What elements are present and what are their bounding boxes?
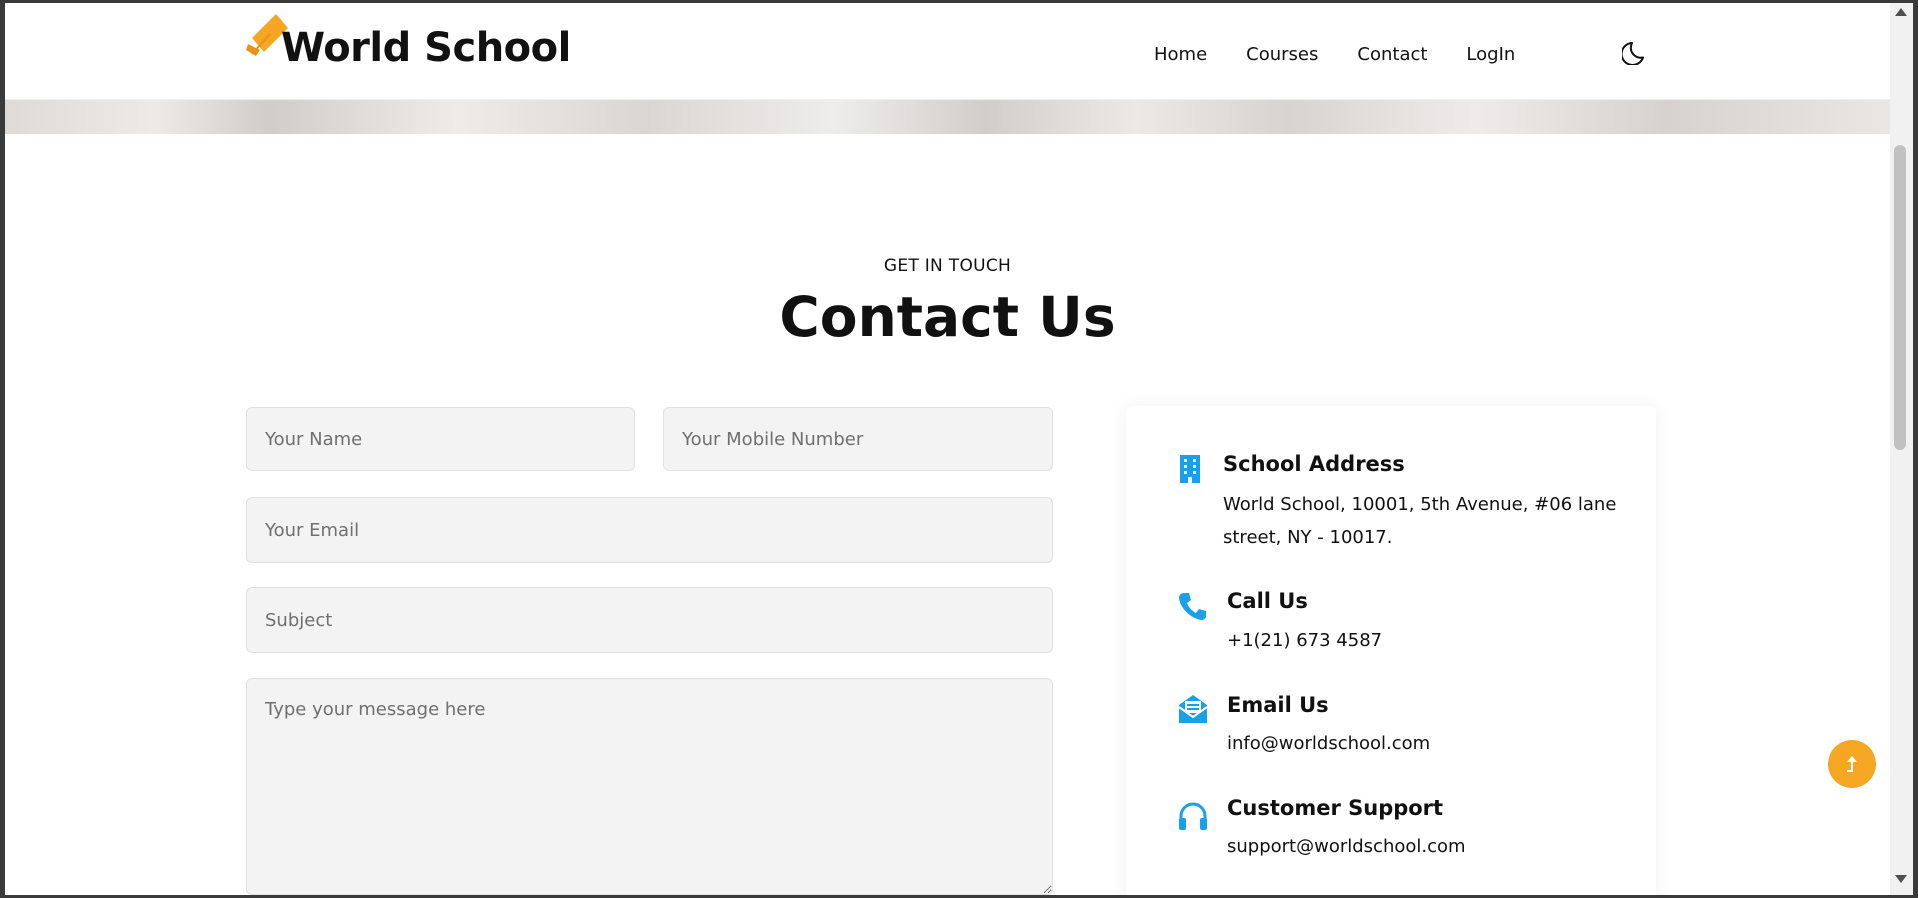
moon-icon[interactable] xyxy=(1622,37,1650,65)
phone-icon xyxy=(1179,593,1206,620)
brand-logo-link[interactable]: World School xyxy=(281,25,571,71)
arrow-up-icon xyxy=(1847,756,1857,772)
scrollbar-thumb[interactable] xyxy=(1894,145,1906,450)
name-input[interactable] xyxy=(246,407,635,471)
contact-info-card: School Address World School, 10001, 5th … xyxy=(1126,406,1656,895)
email-value[interactable]: info@worldschool.com xyxy=(1227,727,1430,760)
address-line-1: World School, 10001, 5th Avenue, #06 lan… xyxy=(1223,494,1617,515)
email-input[interactable] xyxy=(246,497,1053,563)
nav-login[interactable]: LogIn xyxy=(1466,44,1515,65)
section-eyebrow: GET IN TOUCH xyxy=(883,256,1012,276)
nav-contact[interactable]: Contact xyxy=(1357,44,1427,65)
address-line-2: street, NY - 10017. xyxy=(1223,527,1393,548)
support-value[interactable]: support@worldschool.com xyxy=(1227,830,1466,863)
subject-input[interactable] xyxy=(246,587,1053,653)
scroll-down-arrow-icon[interactable] xyxy=(1892,872,1910,886)
message-textarea[interactable] xyxy=(246,678,1053,895)
email-title: Email Us xyxy=(1227,693,1329,717)
headphones-icon xyxy=(1179,802,1207,830)
call-title: Call Us xyxy=(1227,589,1308,613)
nav-courses[interactable]: Courses xyxy=(1246,44,1318,65)
address-title: School Address xyxy=(1223,452,1405,476)
page-title: Contact Us xyxy=(779,285,1116,349)
nav-home[interactable]: Home xyxy=(1154,44,1207,65)
hero-banner-bottom xyxy=(5,100,1890,134)
site-header: World School Home Courses Contact LogIn xyxy=(5,3,1890,100)
scroll-to-top-button[interactable] xyxy=(1828,740,1876,788)
page-viewport: World School Home Courses Contact LogIn … xyxy=(5,3,1890,895)
call-value: +1(21) 673 4587 xyxy=(1227,630,1383,651)
scroll-up-arrow-icon[interactable] xyxy=(1892,5,1910,19)
mail-open-icon xyxy=(1178,695,1208,723)
mobile-input[interactable] xyxy=(663,407,1053,471)
main-nav: Home Courses Contact LogIn xyxy=(1154,44,1554,65)
building-icon xyxy=(1180,455,1200,483)
support-title: Customer Support xyxy=(1227,796,1444,820)
